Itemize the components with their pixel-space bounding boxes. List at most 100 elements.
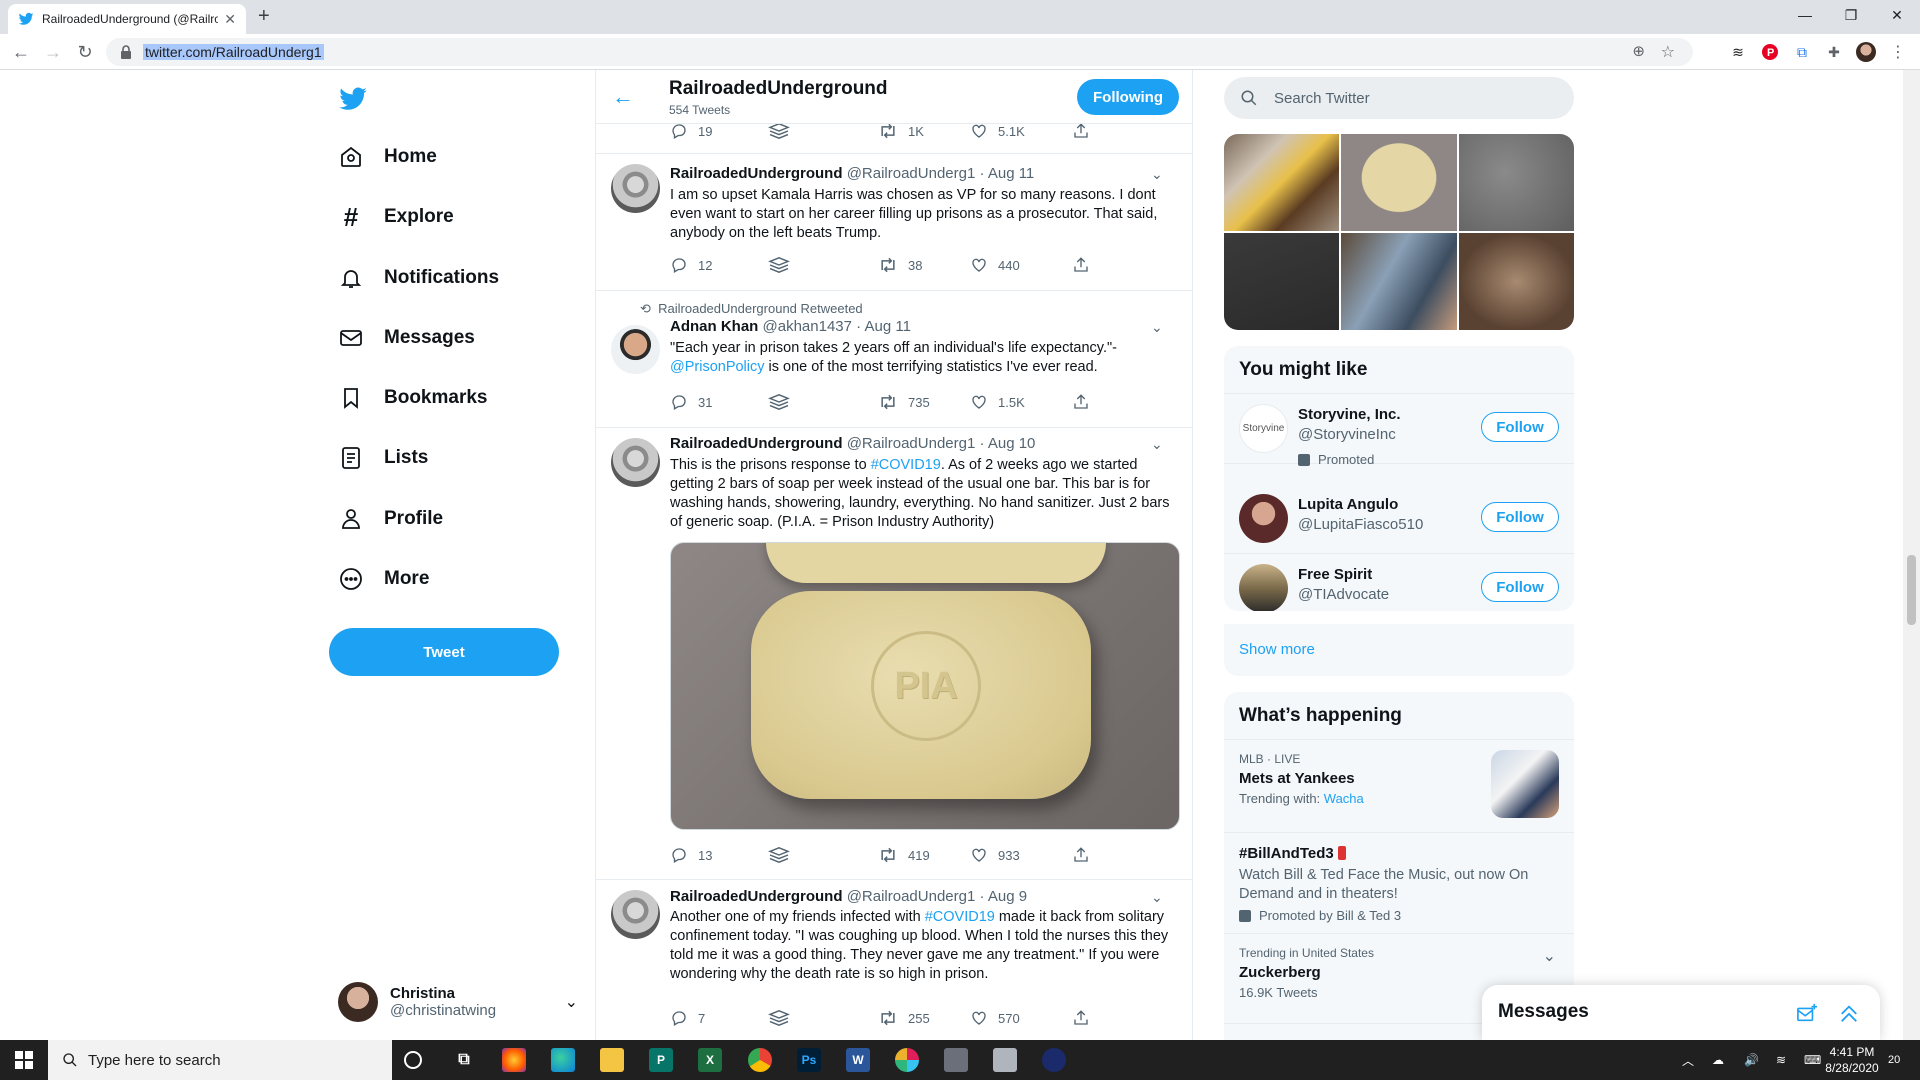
install-icon[interactable]: ⊕ bbox=[1632, 42, 1645, 60]
forward-button[interactable]: → bbox=[42, 41, 64, 63]
chevron-down-icon[interactable]: ⌄ bbox=[1151, 319, 1163, 336]
show-more-link[interactable]: Show more bbox=[1224, 624, 1574, 674]
retweet-button[interactable]: 735 bbox=[878, 393, 930, 411]
author-name[interactable]: Adnan Khan bbox=[670, 318, 758, 335]
retweet-button[interactable]: 255 bbox=[878, 1009, 930, 1027]
like-button[interactable]: 1.5K bbox=[970, 393, 1025, 411]
tweet-date[interactable]: Aug 9 bbox=[988, 888, 1027, 905]
follow-button[interactable]: Follow bbox=[1481, 502, 1559, 532]
share-button[interactable] bbox=[1072, 122, 1100, 140]
pinterest-extension-icon[interactable]: P bbox=[1760, 42, 1780, 62]
photoshop-icon[interactable]: Ps bbox=[797, 1048, 821, 1072]
extensions-puzzle-icon[interactable]: ✚ bbox=[1824, 42, 1844, 62]
reply-button[interactable]: 19 bbox=[670, 122, 712, 140]
suggested-account[interactable]: Lupita Angulo @LupitaFiasco510 Follow bbox=[1224, 484, 1574, 554]
chevrons-up-icon[interactable] bbox=[1838, 1003, 1860, 1023]
layers-icon[interactable] bbox=[768, 846, 800, 864]
nav-notifications[interactable]: Notifications bbox=[338, 258, 499, 298]
reply-button[interactable]: 12 bbox=[670, 256, 712, 274]
chevron-down-icon[interactable]: ⌄ bbox=[1151, 889, 1163, 906]
like-button[interactable]: 5.1K bbox=[970, 122, 1025, 140]
messages-drawer[interactable]: Messages bbox=[1482, 985, 1880, 1040]
reply-button[interactable]: 7 bbox=[670, 1009, 705, 1027]
mention-link[interactable]: @PrisonPolicy bbox=[670, 359, 765, 375]
nav-explore[interactable]: # Explore bbox=[338, 197, 454, 237]
new-message-icon[interactable] bbox=[1796, 1003, 1818, 1023]
avatar[interactable] bbox=[611, 325, 660, 374]
tweet-date[interactable]: Aug 10 bbox=[988, 435, 1036, 452]
author-name[interactable]: RailroadedUnderground bbox=[670, 165, 843, 182]
nav-home[interactable]: Home bbox=[338, 137, 437, 177]
avatar[interactable] bbox=[611, 890, 660, 939]
retweet-button[interactable]: 38 bbox=[878, 256, 922, 274]
reply-button[interactable]: 13 bbox=[670, 846, 712, 864]
start-button[interactable] bbox=[0, 1040, 48, 1080]
share-button[interactable] bbox=[1072, 393, 1100, 411]
search-input[interactable]: Search Twitter bbox=[1224, 77, 1574, 119]
media-thumb[interactable] bbox=[1224, 233, 1340, 330]
task-view-icon[interactable]: ⧉ bbox=[452, 1048, 476, 1072]
profile-avatar-icon[interactable] bbox=[1856, 42, 1876, 62]
media-thumb[interactable] bbox=[1341, 233, 1457, 330]
account-switcher[interactable]: Christina @christinatwing ⌄ bbox=[338, 980, 578, 1024]
follow-button[interactable]: Follow bbox=[1481, 572, 1559, 602]
taskbar-search-input[interactable]: Type here to search bbox=[48, 1040, 392, 1080]
chevron-down-icon[interactable]: ⌄ bbox=[1151, 436, 1163, 453]
nav-lists[interactable]: Lists bbox=[338, 438, 428, 478]
nav-messages[interactable]: Messages bbox=[338, 318, 475, 358]
file-explorer-icon[interactable] bbox=[600, 1048, 624, 1072]
layers-icon[interactable] bbox=[768, 122, 800, 140]
follow-button[interactable]: Follow bbox=[1481, 412, 1559, 442]
media-thumb[interactable] bbox=[1458, 134, 1574, 231]
suggested-account[interactable]: Free Spirit @TIAdvocate Follow bbox=[1224, 554, 1574, 611]
layers-icon[interactable] bbox=[768, 393, 800, 411]
app-icon[interactable] bbox=[1042, 1048, 1066, 1072]
back-arrow-icon[interactable]: ← bbox=[612, 84, 634, 110]
chevron-down-icon[interactable]: ⌄ bbox=[1151, 166, 1163, 183]
like-button[interactable]: 440 bbox=[970, 256, 1020, 274]
nav-bookmarks[interactable]: Bookmarks bbox=[338, 378, 488, 418]
extension-badge-icon[interactable]: ⧉ bbox=[1792, 42, 1812, 62]
tweet[interactable]: RailroadedUnderground @RailroadUnderg1 ·… bbox=[596, 428, 1192, 880]
chevron-down-icon[interactable]: ⌄ bbox=[1543, 946, 1556, 966]
reload-button[interactable]: ↻ bbox=[74, 41, 96, 63]
tray-chevron-icon[interactable]: ︿ bbox=[1682, 1040, 1694, 1080]
tweet[interactable]: RailroadedUnderground @RailroadUnderg1 ·… bbox=[596, 154, 1192, 291]
browser-tab[interactable]: RailroadedUnderground (@Railro ✕ bbox=[8, 4, 246, 34]
author-name[interactable]: RailroadedUnderground bbox=[670, 888, 843, 905]
new-tab-button[interactable]: + bbox=[258, 5, 270, 28]
avatar[interactable] bbox=[611, 164, 660, 213]
tweet-date[interactable]: Aug 11 bbox=[865, 318, 911, 335]
minimize-button[interactable]: — bbox=[1782, 0, 1828, 30]
back-button[interactable]: ← bbox=[10, 41, 32, 63]
share-button[interactable] bbox=[1072, 256, 1100, 274]
following-button[interactable]: Following bbox=[1077, 79, 1179, 115]
trend-item[interactable]: #BillAndTed3 Watch Bill & Ted Face the M… bbox=[1224, 833, 1574, 934]
publisher-icon[interactable]: P bbox=[649, 1048, 673, 1072]
notification-center-icon[interactable]: 20 bbox=[1888, 1040, 1900, 1080]
hashtag-link[interactable]: #COVID19 bbox=[925, 909, 995, 925]
address-bar[interactable]: twitter.com/RailroadUnderg1 ⊕ ☆ bbox=[106, 38, 1693, 66]
nav-profile[interactable]: Profile bbox=[338, 499, 443, 539]
scrollbar-thumb[interactable] bbox=[1907, 555, 1916, 625]
word-icon[interactable]: W bbox=[846, 1048, 870, 1072]
close-window-button[interactable]: ✕ bbox=[1874, 0, 1920, 30]
snip-tool-icon[interactable] bbox=[944, 1048, 968, 1072]
retweet-button[interactable]: 419 bbox=[878, 846, 930, 864]
hashtag-link[interactable]: #COVID19 bbox=[871, 457, 941, 473]
media-thumb[interactable] bbox=[1224, 134, 1340, 231]
media-thumb[interactable] bbox=[1341, 134, 1457, 231]
tweet-button[interactable]: Tweet bbox=[329, 628, 559, 676]
nav-more[interactable]: More bbox=[338, 559, 429, 599]
tweet-date[interactable]: Aug 11 bbox=[988, 165, 1034, 182]
browser-menu-icon[interactable]: ⋮ bbox=[1888, 42, 1908, 62]
bookmark-star-icon[interactable]: ☆ bbox=[1661, 42, 1675, 62]
trend-link[interactable]: Wacha bbox=[1324, 791, 1364, 806]
buffer-extension-icon[interactable]: ≋ bbox=[1728, 42, 1748, 62]
layers-icon[interactable] bbox=[768, 256, 800, 274]
cortana-icon[interactable] bbox=[404, 1051, 422, 1069]
edge-icon[interactable] bbox=[551, 1048, 575, 1072]
soap-photo[interactable]: PIA bbox=[670, 542, 1180, 830]
media-thumb[interactable] bbox=[1458, 233, 1574, 330]
firefox-icon[interactable] bbox=[502, 1048, 526, 1072]
